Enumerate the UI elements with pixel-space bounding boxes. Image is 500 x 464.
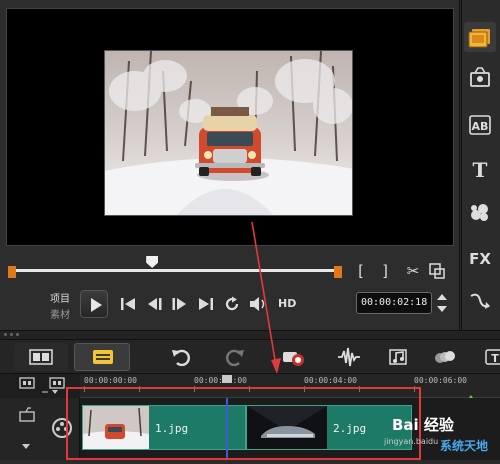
end-icon[interactable] bbox=[196, 295, 216, 313]
ruler-label: 00:00:02:00 bbox=[194, 376, 247, 385]
timecode-spinner[interactable] bbox=[436, 291, 448, 315]
preview-image bbox=[104, 50, 353, 216]
panel-divider[interactable] bbox=[0, 330, 500, 340]
mode-project[interactable]: 项目 bbox=[44, 290, 70, 305]
watermark-brand: Bai 经验 bbox=[392, 416, 454, 434]
storyboard-view-button[interactable] bbox=[14, 343, 68, 371]
track-settings-icon bbox=[19, 407, 35, 422]
svg-text:FX: FX bbox=[469, 250, 491, 268]
grip-dot bbox=[16, 333, 19, 336]
timeline-view-button[interactable] bbox=[74, 343, 130, 371]
track-manager-icon[interactable] bbox=[18, 376, 70, 396]
sound-mixer-icon[interactable] bbox=[336, 345, 362, 369]
play-button[interactable] bbox=[80, 290, 108, 318]
mark-in-handle[interactable] bbox=[8, 266, 16, 278]
annotation-highlight-box bbox=[66, 387, 421, 460]
home-icon[interactable] bbox=[118, 295, 138, 313]
next-frame-icon[interactable] bbox=[170, 295, 190, 313]
hd-preview-toggle[interactable]: HD bbox=[278, 297, 296, 310]
filter-fx-icon[interactable]: FX bbox=[464, 242, 496, 272]
playhead-marker[interactable] bbox=[222, 375, 232, 383]
mark-out-handle[interactable] bbox=[334, 266, 342, 278]
split-clip-icon[interactable]: ✂ bbox=[404, 262, 422, 280]
ruler-label: 00:00:06:00 bbox=[414, 376, 467, 385]
media-library-icon[interactable] bbox=[464, 22, 496, 52]
mark-in-icon[interactable]: [ bbox=[352, 262, 370, 280]
motion-tracking-icon[interactable] bbox=[432, 345, 458, 369]
ruler-label: 00:00:04:00 bbox=[304, 376, 357, 385]
record-capture-icon[interactable] bbox=[280, 345, 306, 369]
timecode-field[interactable]: 00:00:02:18 bbox=[356, 292, 432, 314]
transition-icon[interactable]: AB bbox=[464, 110, 496, 140]
title-track-icon[interactable]: T bbox=[484, 345, 500, 369]
undo-icon[interactable] bbox=[168, 345, 194, 369]
previous-frame-icon[interactable] bbox=[144, 295, 164, 313]
auto-music-icon[interactable] bbox=[386, 345, 412, 369]
svg-text:AB: AB bbox=[472, 120, 489, 133]
graphic-icon[interactable] bbox=[464, 198, 496, 228]
volume-icon[interactable] bbox=[248, 295, 268, 313]
watermark-url: jingyan.baidu bbox=[384, 437, 439, 446]
redo-icon[interactable] bbox=[222, 345, 248, 369]
repeat-icon[interactable] bbox=[222, 295, 242, 313]
svg-text:T: T bbox=[473, 158, 488, 182]
mode-clip[interactable]: 素材 bbox=[44, 306, 70, 321]
ruler-label: 00:00:00:00 bbox=[84, 376, 137, 385]
svg-text:T: T bbox=[491, 352, 499, 365]
title-icon[interactable]: T bbox=[464, 154, 496, 184]
enlarge-preview-icon[interactable] bbox=[428, 262, 446, 280]
grip-dot bbox=[10, 333, 13, 336]
scrub-bar[interactable] bbox=[12, 269, 338, 272]
watermark-site: 系统天地 bbox=[440, 439, 489, 453]
grip-dot bbox=[4, 333, 7, 336]
instant-project-icon[interactable] bbox=[464, 64, 496, 94]
mark-out-icon[interactable]: ] bbox=[376, 262, 394, 280]
path-motion-icon[interactable] bbox=[464, 286, 496, 316]
